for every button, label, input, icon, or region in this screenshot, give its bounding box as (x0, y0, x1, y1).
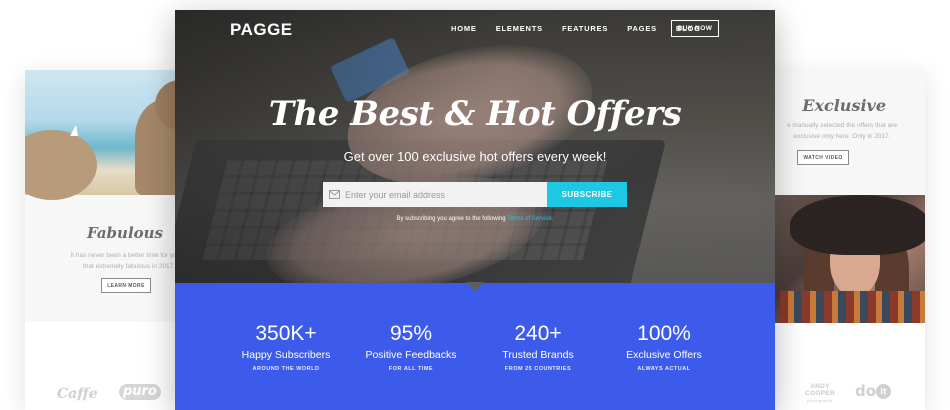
stat-item: 350K+ Happy Subscribers AROUND THE WORLD (226, 321, 346, 372)
andy-cooper-logo: ANDY COOPER photography (805, 383, 835, 403)
preview-card-fabulous: Fabulous It has never been a better time… (25, 70, 185, 410)
nav-item-home[interactable]: HOME (451, 24, 477, 33)
card-text: It has never been a better time for you … (70, 252, 185, 270)
nav-item-features[interactable]: FEATURES (562, 24, 608, 33)
stat-caption: FOR ALL TIME (388, 366, 434, 372)
hero-subtitle: Get over 100 exclusive hot offers every … (343, 149, 607, 164)
card-title: Fabulous (87, 224, 163, 242)
logo-strip (25, 322, 185, 410)
brand-logo[interactable]: PAGGE (230, 20, 293, 40)
stat-caption: AROUND THE WORLD (252, 366, 320, 372)
terms-link[interactable]: Terms of Service. (507, 216, 553, 222)
stat-item: 100% Exclusive Offers ALWAYS ACTUAL (604, 321, 724, 372)
stat-item: 240+ Trusted Brands FROM 25 COUNTRIES (478, 321, 598, 372)
stat-value: 100% (637, 322, 691, 345)
stat-item: 95% Positive Feedbacks FOR ALL TIME (351, 321, 471, 372)
stat-value: 240+ (514, 322, 562, 345)
stat-caption: ALWAYS ACTUAL (637, 366, 691, 372)
landing-page-preview: PAGGE HOME ELEMENTS FEATURES PAGES BLOG … (175, 10, 775, 410)
mail-icon (323, 182, 345, 207)
section-arrow (466, 282, 484, 291)
caffe-logo: Caffe (57, 386, 98, 402)
beach-image (25, 70, 185, 200)
puro-logo: puro (119, 384, 161, 400)
hero-title: The Best & Hot Offers (268, 94, 682, 134)
subscribe-form: SUBSCRIBE (323, 182, 627, 207)
card-text: e manually selected the offers that are … (786, 122, 898, 140)
card-title: Exclusive (802, 96, 886, 115)
nav-item-elements[interactable]: ELEMENTS (496, 24, 543, 33)
doit-logo: do it (855, 382, 892, 400)
buy-now-button[interactable]: BUY NOW (671, 20, 719, 37)
stat-label: Exclusive Offers (626, 349, 702, 361)
sailboat-shape (70, 125, 78, 136)
watch-video-button[interactable]: WATCH VIDEO (797, 150, 849, 165)
portrait-image (760, 195, 925, 331)
stat-label: Positive Feedbacks (365, 349, 457, 361)
preview-card-exclusive: Exclusive e manually selected the offers… (760, 70, 925, 410)
subscribe-button[interactable]: SUBSCRIBE (547, 182, 627, 207)
learn-more-button[interactable]: LEARN MORE (101, 278, 151, 293)
stat-label: Happy Subscribers (241, 349, 331, 361)
terms-note: By subscribing you agree to the followin… (396, 216, 554, 222)
stat-label: Trusted Brands (502, 349, 574, 361)
hero-section (175, 10, 775, 283)
logo-strip (760, 323, 925, 410)
email-input[interactable] (345, 182, 545, 207)
email-field[interactable] (323, 182, 547, 207)
stat-caption: FROM 25 COUNTRIES (504, 366, 572, 372)
stat-value: 95% (389, 322, 433, 345)
nav-item-pages[interactable]: PAGES (627, 24, 657, 33)
stat-value: 350K+ (255, 322, 317, 345)
